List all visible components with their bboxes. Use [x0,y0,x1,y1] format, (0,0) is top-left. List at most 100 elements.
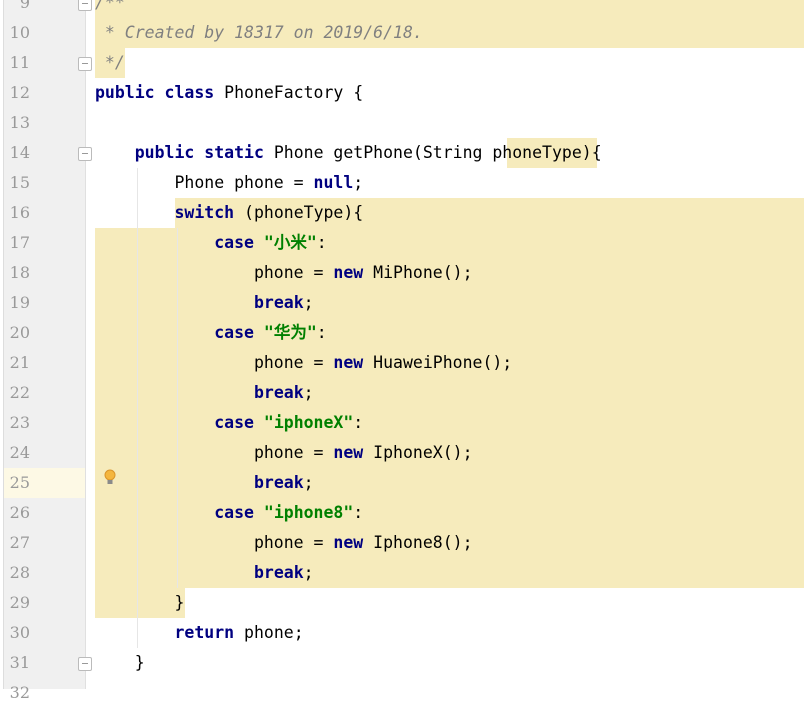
code-token: MiPhone(); [373,263,473,282]
line-number: 17 [9,233,30,252]
comment-token: * Created by 18317 on 2019/6/18. [95,23,423,42]
code-token: PhoneFactory { [224,83,364,102]
code-token: : [353,413,364,432]
code-token: ; [353,173,364,192]
code-token: phone = [95,443,334,462]
code-token: phone = [95,353,334,372]
line-number: 22 [9,383,30,402]
code-token: : [353,503,364,522]
code-token: IphoneX(); [373,443,473,462]
line-number: 18 [9,263,30,282]
code-token: ; [303,563,314,582]
code-line[interactable]: break; [95,288,314,318]
line-number: 24 [9,443,30,462]
keyword-token: case [214,323,264,342]
line-number: 19 [9,293,30,312]
keyword-token: break [253,383,304,402]
keyword-token: break [253,563,304,582]
comment-token: /** [95,0,125,12]
keyword-token: return [174,623,235,642]
line-number: 31 [9,653,30,672]
line-number: 32 [9,683,30,702]
keyword-token: switch [174,203,235,222]
code-line[interactable]: public static Phone getPhone(String phon… [95,138,602,168]
code-line[interactable]: case "iphoneX": [95,408,363,438]
line-number: 13 [9,113,30,132]
string-token: "iphoneX" [263,413,354,432]
code-token: phone; [234,623,304,642]
line-number: 27 [9,533,30,552]
code-token: HuaweiPhone(); [373,353,513,372]
code-line[interactable]: return phone; [95,618,304,648]
code-line[interactable]: break; [95,558,314,588]
fold-marker-icon[interactable] [78,57,92,71]
code-token: phone = [95,263,334,282]
keyword-token: null [313,173,354,192]
code-token: Phone getPhone(String phoneType){ [273,143,602,162]
code-line[interactable]: case "华为": [95,318,327,348]
code-line[interactable]: phone = new MiPhone(); [95,258,473,288]
keyword-token: new [333,263,374,282]
line-number: 29 [9,593,30,612]
code-line[interactable]: Phone phone = null; [95,168,363,198]
code-token: (phoneType){ [234,203,364,222]
code-token: ; [303,383,314,402]
line-number: 26 [9,503,30,522]
line-number: 25 [9,473,30,492]
line-number: 20 [9,323,30,342]
keyword-token: break [253,473,304,492]
code-line[interactable]: case "小米": [95,228,326,258]
code-line[interactable]: /** [95,0,125,18]
code-line[interactable]: break; [95,378,314,408]
line-number: 10 [9,23,30,42]
string-token: "小米" [263,233,317,252]
code-line[interactable]: } [95,648,145,678]
code-line[interactable]: case "iphone8": [95,498,363,528]
code-line[interactable]: */ [95,48,125,78]
code-line[interactable]: switch (phoneType){ [95,198,363,228]
keyword-token: public class [95,83,225,102]
code-token: ; [303,473,314,492]
line-number: 11 [9,53,30,72]
fold-marker-icon[interactable] [78,657,92,671]
line-number: 12 [9,83,30,102]
code-line[interactable]: phone = new IphoneX(); [95,438,473,468]
keyword-token: public static [134,143,274,162]
code-token: : [316,323,327,342]
string-token: "华为" [263,323,317,342]
code-token: } [95,593,185,612]
code-line[interactable]: } [95,588,184,618]
code-token: } [95,653,145,672]
code-line[interactable]: phone = new HuaweiPhone(); [95,348,512,378]
keyword-token: case [214,233,264,252]
fold-marker-icon[interactable] [78,147,92,161]
string-token: "iphone8" [263,503,354,522]
keyword-token: case [214,503,264,522]
code-token: Phone phone = [95,173,314,192]
code-token: ; [303,293,314,312]
line-number: 30 [9,623,30,642]
gutter-divider [85,0,86,689]
line-number: 28 [9,563,30,582]
line-number: 21 [9,353,30,372]
comment-token: */ [95,53,125,72]
code-line[interactable]: phone = new Iphone8(); [95,528,473,558]
code-line[interactable]: public class PhoneFactory { [95,78,363,108]
keyword-token: new [333,533,374,552]
code-line[interactable]: * Created by 18317 on 2019/6/18. [95,18,423,48]
code-token: phone = [95,533,334,552]
keyword-token: case [214,413,264,432]
code-line[interactable]: break; [95,468,314,498]
fold-marker-icon[interactable] [78,0,92,11]
line-number: 16 [9,203,30,222]
